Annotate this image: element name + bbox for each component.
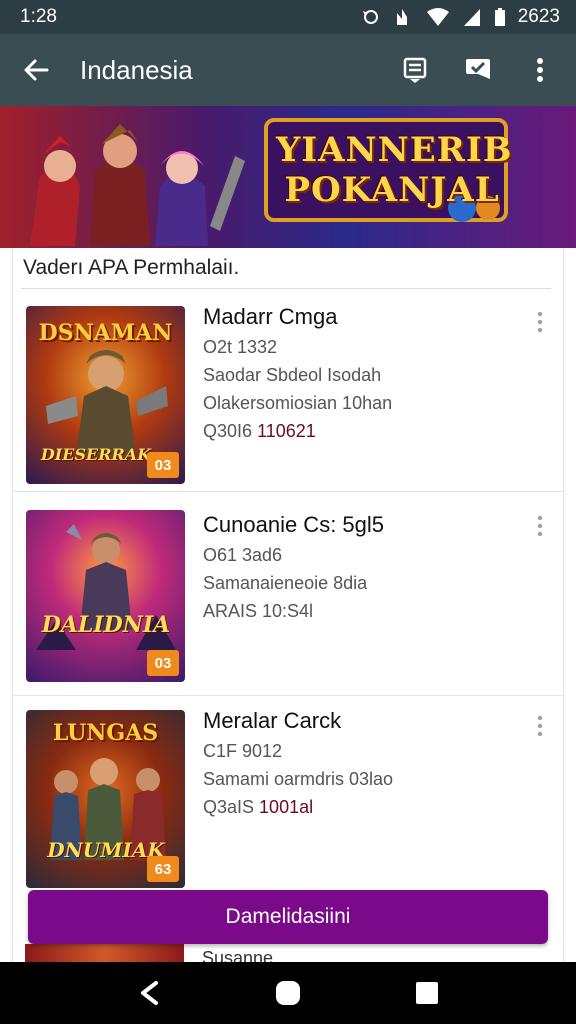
item-meta-4: Q30I6 110621 [203, 418, 533, 444]
item-meta-4-accent: 110621 [257, 421, 316, 441]
rating-badge: 03 [147, 650, 179, 676]
more-vert-icon[interactable] [520, 50, 560, 90]
app-thumbnail[interactable]: DSNAMAN DIESERRAK 03 [26, 306, 185, 484]
item-meta-2: Saodar Sbdeol Isodah [203, 365, 382, 385]
system-nav-bar [0, 962, 576, 1024]
list-item[interactable]: DALIDNIA 03 Cunoanie Cs: 5gl5 O61 3ad6 S… [13, 496, 565, 696]
thumbnail-subtitle: DIESERRAK [40, 445, 152, 464]
app-bar-title: Indanesia [80, 54, 193, 85]
battery-icon [494, 7, 506, 27]
banner-title: YIANNERIB POKANJAL [276, 130, 513, 210]
item-meta-3: Olakersomiosian 10han [203, 393, 393, 413]
wifi-icon [426, 7, 450, 27]
status-time: 1:28 [20, 6, 57, 27]
status-icons: 2623 [360, 6, 560, 28]
primary-action-button[interactable]: Damelidasiini [28, 890, 548, 944]
rating-badge: 63 [147, 856, 179, 882]
list-item[interactable]: DSNAMAN DIESERRAK 03 Madarr Cmga O2t 133… [13, 292, 565, 492]
back-arrow-icon[interactable] [16, 50, 56, 90]
item-meta-1: O61 3ad6 [203, 545, 283, 565]
app-bar-actions [396, 50, 560, 90]
item-info: Cunoanie Cs: 5gl5 O61 3ad6 Samanaieneoie… [203, 510, 533, 624]
app-thumbnail[interactable]: DALIDNIA 03 [26, 510, 185, 682]
item-meta-1: C1F 9012 [203, 741, 283, 761]
next-item-thumbnail-partial[interactable] [25, 944, 184, 964]
item-meta-4: Q3aIS 1001al [203, 794, 533, 820]
app-thumbnail[interactable]: LUNGAS DNUMIAK 63 [26, 710, 185, 888]
sync-icon [360, 7, 382, 27]
item-meta-4-prefix: Q3aIS [203, 797, 255, 817]
app-bar: Indanesia [0, 34, 576, 106]
banner-title-line1: YIANNERIB [276, 130, 513, 170]
item-meta-4-accent: 1001al [259, 797, 314, 817]
nav-recents-icon[interactable] [402, 968, 452, 1018]
banner-title-line2: POKANJAL [284, 170, 500, 210]
item-meta-2: Samami oarmdris 03lao [203, 769, 394, 789]
item-more-icon[interactable] [535, 516, 545, 536]
message-check-icon[interactable] [458, 50, 498, 90]
section-divider [21, 288, 551, 289]
item-info: Meralar Carck C1F 9012 Samami oarmdris 0… [203, 706, 533, 820]
item-name: Cunoanie Cs: 5gl5 [203, 512, 385, 537]
list-item[interactable]: LUNGAS DNUMIAK 63 Meralar Carck C1F 9012… [13, 696, 565, 896]
nav-home-icon[interactable] [263, 968, 313, 1018]
thumbnail-title: DSNAMAN [38, 320, 173, 346]
item-meta-3: ARAIS 10:S4l [203, 601, 314, 621]
list-icon[interactable] [396, 50, 436, 90]
battery-text: 2623 [517, 6, 560, 27]
nav-back-icon[interactable] [124, 968, 174, 1018]
item-meta-1: O2t 1332 [203, 337, 278, 357]
banner-heroes-illustration [30, 124, 245, 246]
network-icon [394, 7, 414, 27]
rating-badge: 03 [147, 452, 179, 478]
signal-icon [462, 7, 482, 27]
item-meta-4-prefix: Q30I6 [203, 421, 253, 441]
item-meta-2: Samanaieneoie 8dia [203, 573, 368, 593]
app-list-card: Vaderı APA Permhalaiı. DSNAMAN DIESERRAK… [12, 248, 565, 968]
item-info: Madarr Cmga O2t 1332 Saodar Sbdeol Isoda… [203, 302, 533, 444]
item-more-icon[interactable] [535, 312, 545, 332]
item-name: Meralar Carck [203, 708, 342, 733]
promo-banner[interactable]: YIANNERIB POKANJAL [0, 106, 576, 248]
section-header: Vaderı APA Permhalaiı. [23, 256, 240, 279]
thumbnail-title: LUNGAS [52, 720, 159, 746]
item-name: Madarr Cmga [203, 304, 338, 329]
item-more-icon[interactable] [535, 716, 545, 736]
status-bar: 1:28 2623 [0, 0, 576, 34]
thumbnail-subtitle: DALIDNIA [41, 612, 171, 638]
